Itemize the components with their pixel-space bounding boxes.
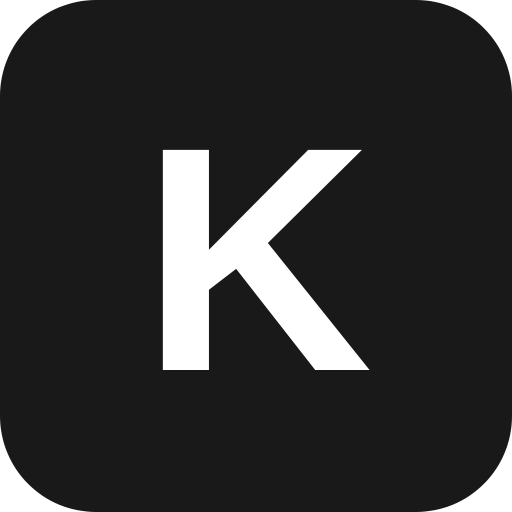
app-icon: K: [0, 0, 512, 512]
app-icon-letter: K: [141, 80, 373, 438]
